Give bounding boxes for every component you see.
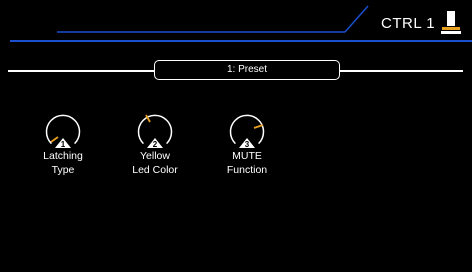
knob-label-line1: MUTE <box>232 150 262 162</box>
device-screen: CTRL 1 1: Preset 1 Latching Type 2 Yello… <box>0 0 472 272</box>
knob-mute-function[interactable]: 3 MUTE Function <box>202 105 292 177</box>
ctrl-title: CTRL 1 <box>381 15 436 32</box>
knob-label-line1: Latching <box>43 150 83 162</box>
knob-badge-number: 3 <box>245 140 250 149</box>
knob-label-line2: Function <box>226 164 268 176</box>
preset-selector[interactable]: 1: Preset <box>154 60 340 80</box>
knob-yellow-led-color[interactable]: 2 Yellow Led Color <box>110 105 200 177</box>
knob-indicator <box>253 124 264 129</box>
knob-dial-icon[interactable]: 2 <box>128 105 182 149</box>
knob-badge-number: 1 <box>61 140 66 149</box>
knob-label-line1: Yellow <box>140 150 170 162</box>
knob-latching-type[interactable]: 1 Latching Type <box>18 105 108 177</box>
knob-dial-icon[interactable]: 3 <box>220 105 274 149</box>
knob-label-line2: Led Color <box>132 164 178 176</box>
knob-indicator <box>50 136 59 143</box>
knob-label-line2: Type <box>51 164 75 176</box>
knob-dial-icon[interactable]: 1 <box>36 105 90 149</box>
footswitch-icon <box>441 11 461 34</box>
knob-badge-number: 2 <box>153 140 158 149</box>
